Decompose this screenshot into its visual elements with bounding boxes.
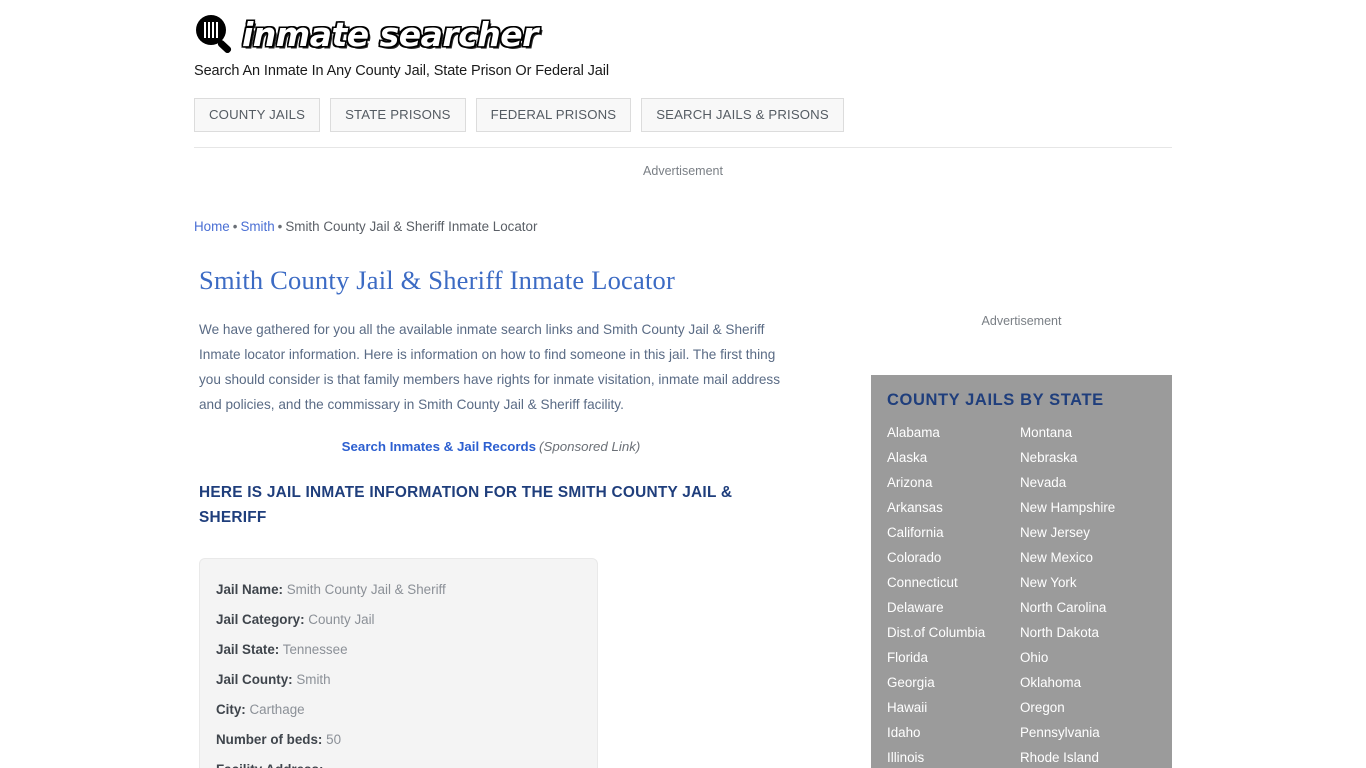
sidebar-state-link[interactable]: New York	[1020, 570, 1172, 595]
sidebar-state-link[interactable]: Nevada	[1020, 470, 1172, 495]
sidebar-state-link[interactable]: Oklahoma	[1020, 670, 1172, 695]
info-label: City:	[216, 702, 246, 717]
sidebar-state-link[interactable]: California	[887, 520, 1020, 545]
sidebar-state-link[interactable]: Colorado	[887, 545, 1020, 570]
sidebar-state-link[interactable]: Rhode Island	[1020, 745, 1172, 768]
jail-info-box: Jail Name: Smith County Jail & Sheriff J…	[199, 558, 598, 768]
sidebar-state-link[interactable]: Ohio	[1020, 645, 1172, 670]
sidebar-state-link[interactable]: Arizona	[887, 470, 1020, 495]
header-divider	[194, 147, 1172, 148]
info-value: Smith	[296, 672, 331, 687]
intro-paragraph: We have gathered for you all the availab…	[199, 322, 781, 413]
sidebar-state-link[interactable]: Alabama	[887, 420, 1020, 445]
sidebar-state-link[interactable]: Delaware	[887, 595, 1020, 620]
sponsored-search-link[interactable]: Search Inmates & Jail Records	[342, 439, 536, 454]
page-title: Smith County Jail & Sheriff Inmate Locat…	[199, 265, 676, 295]
sidebar-state-link[interactable]: Connecticut	[887, 570, 1020, 595]
advertisement-label-sidebar: Advertisement	[981, 314, 1062, 328]
info-value: Tennessee	[282, 642, 348, 657]
sidebar-state-link[interactable]: New Jersey	[1020, 520, 1172, 545]
section-heading: HERE IS JAIL INMATE INFORMATION FOR THE …	[199, 484, 733, 527]
sidebar-state-link[interactable]: Montana	[1020, 420, 1172, 445]
nav-item-federal-prisons[interactable]: FEDERAL PRISONS	[475, 98, 632, 133]
sidebar-state-link[interactable]: Hawaii	[887, 695, 1020, 720]
sidebar-state-link[interactable]: Nebraska	[1020, 445, 1172, 470]
site-tagline: Search An Inmate In Any County Jail, Sta…	[194, 63, 610, 79]
main-content: Smith County Jail & Sheriff Inmate Locat…	[199, 264, 799, 530]
info-value: Smith County Jail & Sheriff	[286, 582, 446, 597]
info-label: Jail Category:	[216, 612, 305, 627]
sidebar-state-link[interactable]: Alaska	[887, 445, 1020, 470]
info-row: Jail Category: County Jail	[216, 605, 581, 635]
sidebar-state-link[interactable]: Illinois	[887, 745, 1020, 768]
sidebar-state-link[interactable]: Dist.of Columbia	[887, 620, 1020, 645]
sidebar-state-link[interactable]: Arkansas	[887, 495, 1020, 520]
breadcrumb-link-home[interactable]: Home	[194, 219, 230, 234]
nav-item-state-prisons[interactable]: STATE PRISONS	[330, 98, 466, 133]
nav-item-county-jails[interactable]: COUNTY JAILS	[194, 98, 321, 133]
sidebar-state-link[interactable]: Pennsylvania	[1020, 720, 1172, 745]
info-label: Jail County:	[216, 672, 293, 687]
sponsored-note: (Sponsored Link)	[539, 439, 641, 455]
magnifying-glass-jail-bars-icon	[194, 12, 238, 56]
sponsored-link-row: Search Inmates & Jail Records (Sponsored …	[199, 439, 783, 454]
sidebar-state-link[interactable]: Georgia	[887, 670, 1020, 695]
breadcrumb: Home • Smith • Smith County Jail & Sheriff I…	[194, 219, 537, 234]
site-header: inmate searcher Search An Inmate In Any …	[194, 10, 1172, 79]
info-value: Carthage	[249, 702, 305, 717]
logo-wordmark: inmate searcher	[242, 14, 538, 54]
info-row: City: Carthage	[216, 695, 581, 725]
sidebar-state-link[interactable]: Florida	[887, 645, 1020, 670]
site-logo[interactable]: inmate searcher	[194, 10, 1172, 58]
advertisement-label-top: Advertisement	[643, 164, 723, 178]
info-label: Jail State:	[216, 642, 280, 657]
page-root: inmate searcher Search An Inmate In Any …	[0, 0, 1366, 768]
info-label: Jail Name:	[216, 582, 283, 597]
info-row: Jail State: Tennessee	[216, 635, 581, 665]
main-navigation: COUNTY JAILS STATE PRISONS FEDERAL PRISO…	[194, 98, 844, 133]
info-label: Facility Address:	[216, 762, 323, 768]
sidebar-state-link[interactable]: Idaho	[887, 720, 1020, 745]
info-value: County Jail	[308, 612, 375, 627]
sidebar-state-link[interactable]: New Hampshire	[1020, 495, 1172, 520]
sidebar-state-link[interactable]: Oregon	[1020, 695, 1172, 720]
breadcrumb-link-smith[interactable]: Smith	[240, 219, 274, 234]
info-value: 50	[326, 732, 342, 747]
info-row: Jail Name: Smith County Jail & Sheriff	[216, 575, 581, 605]
breadcrumb-current: Smith County Jail & Sheriff Inmate Locat…	[285, 219, 538, 234]
sidebar-heading: COUNTY JAILS BY STATE	[887, 391, 1104, 409]
sidebar-state-link[interactable]: North Dakota	[1020, 620, 1172, 645]
info-row: Facility Address:	[216, 755, 581, 768]
sidebar-county-jails-by-state: COUNTY JAILS BY STATE Alabama Montana Al…	[871, 375, 1172, 768]
sidebar-state-link[interactable]: North Carolina	[1020, 595, 1172, 620]
breadcrumb-separator-1: •	[232, 219, 238, 234]
info-row: Number of beds: 50	[216, 725, 581, 755]
sidebar-state-link[interactable]: New Mexico	[1020, 545, 1172, 570]
info-label: Number of beds:	[216, 732, 323, 747]
info-row: Jail County: Smith	[216, 665, 581, 695]
breadcrumb-separator-2: •	[277, 219, 283, 234]
state-links-grid: Alabama Montana Alaska Nebraska Arizona …	[887, 420, 1172, 768]
nav-item-search-jails-prisons[interactable]: SEARCH JAILS & PRISONS	[641, 98, 844, 133]
